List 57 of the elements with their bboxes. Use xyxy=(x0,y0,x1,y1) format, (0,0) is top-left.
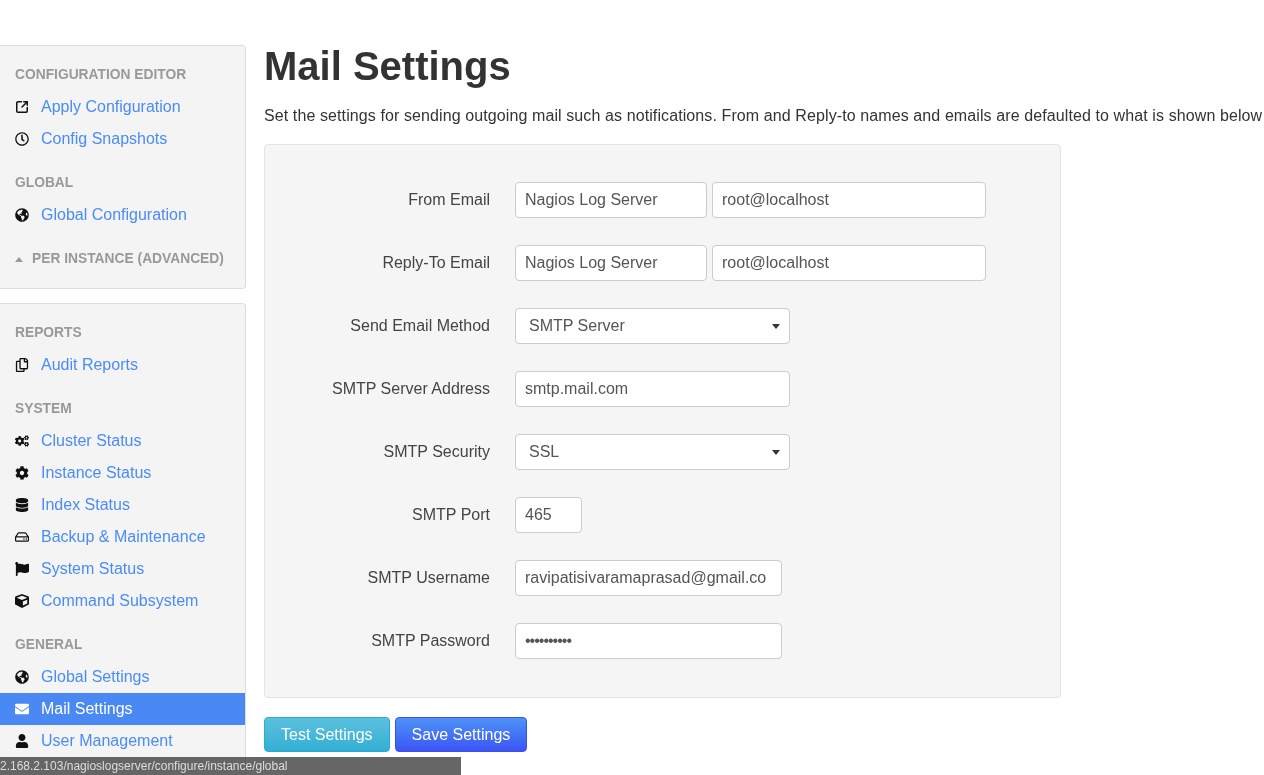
field-label: SMTP Password xyxy=(370,631,490,651)
nav-link[interactable]: Config Snapshots xyxy=(0,123,245,155)
text-input[interactable]: ravipatisivaramaprasad@gmail.co xyxy=(515,560,782,596)
nav-link[interactable]: Global Configuration xyxy=(0,199,245,231)
globe-icon xyxy=(15,670,29,684)
action-button[interactable]: Test Settings xyxy=(264,717,390,752)
nav-link[interactable]: Mail Settings xyxy=(0,693,245,725)
nav-link[interactable]: Backup & Maintenance xyxy=(0,521,245,553)
field-label: Send Email Method xyxy=(349,316,490,336)
nav-link[interactable]: Global Settings xyxy=(0,661,245,693)
field-label: From Email xyxy=(407,190,490,210)
flag-icon xyxy=(15,562,29,576)
select-field[interactable]: SSL xyxy=(515,434,790,470)
action-button[interactable]: Save Settings xyxy=(394,717,528,752)
gear-icon xyxy=(15,466,29,480)
cube-icon xyxy=(15,594,29,608)
user-icon xyxy=(15,734,29,748)
page-title: Mail Settings xyxy=(264,44,512,88)
documents-icon xyxy=(15,358,29,372)
field-label: SMTP Username xyxy=(366,568,490,588)
database-icon xyxy=(15,498,29,512)
nav-link[interactable]: Command Subsystem xyxy=(0,585,245,617)
password-input[interactable]: •••••••••• xyxy=(515,623,782,659)
select-field[interactable]: SMTP Server xyxy=(515,308,790,344)
page-description: Set the settings for sending outgoing mail such as notifications. From and Reply-to names and emails are defaulted to what is shown below xyxy=(264,106,1263,126)
section-heading: REPORTS xyxy=(14,323,83,342)
nav-link[interactable]: Cluster Status xyxy=(0,425,245,457)
field-label: SMTP Port xyxy=(411,505,490,525)
nav-link[interactable]: Instance Status xyxy=(0,457,245,489)
nav-link[interactable]: User Management xyxy=(0,725,245,757)
nav-link[interactable]: Index Status xyxy=(0,489,245,521)
link-url-status: 2.168.2.103/nagioslogserver/configure/instance/global xyxy=(0,757,461,775)
field-label: SMTP Server Address xyxy=(331,379,490,399)
text-input[interactable]: root@localhost xyxy=(712,245,986,281)
field-label: SMTP Security xyxy=(382,442,490,462)
text-input[interactable]: smtp.mail.com xyxy=(515,371,790,407)
hard-drive-icon xyxy=(15,530,29,544)
nav-link[interactable]: System Status xyxy=(0,553,245,585)
gears-icon xyxy=(15,434,29,448)
globe-icon xyxy=(15,208,29,222)
field-label: Reply-To Email xyxy=(381,253,490,273)
caret-icon xyxy=(772,323,780,329)
envelope-icon xyxy=(15,702,29,716)
text-input[interactable]: Nagios Log Server xyxy=(515,182,707,218)
caret-icon xyxy=(772,449,780,455)
text-input[interactable]: 465 xyxy=(515,497,582,533)
clock-icon xyxy=(15,132,29,146)
section-heading: GENERAL xyxy=(14,635,84,654)
text-input[interactable]: Nagios Log Server xyxy=(515,245,707,281)
nav-link[interactable]: Apply Configuration xyxy=(0,91,245,123)
text-input[interactable]: root@localhost xyxy=(712,182,986,218)
external-link-icon xyxy=(15,100,29,114)
section-heading: SYSTEM xyxy=(14,399,73,418)
section-heading: GLOBAL xyxy=(14,173,75,192)
section-heading: CONFIGURATION EDITOR xyxy=(14,65,188,84)
nav-link[interactable]: Audit Reports xyxy=(0,349,245,381)
collapse-toggle[interactable]: PER INSTANCE (ADVANCED) xyxy=(0,243,245,275)
